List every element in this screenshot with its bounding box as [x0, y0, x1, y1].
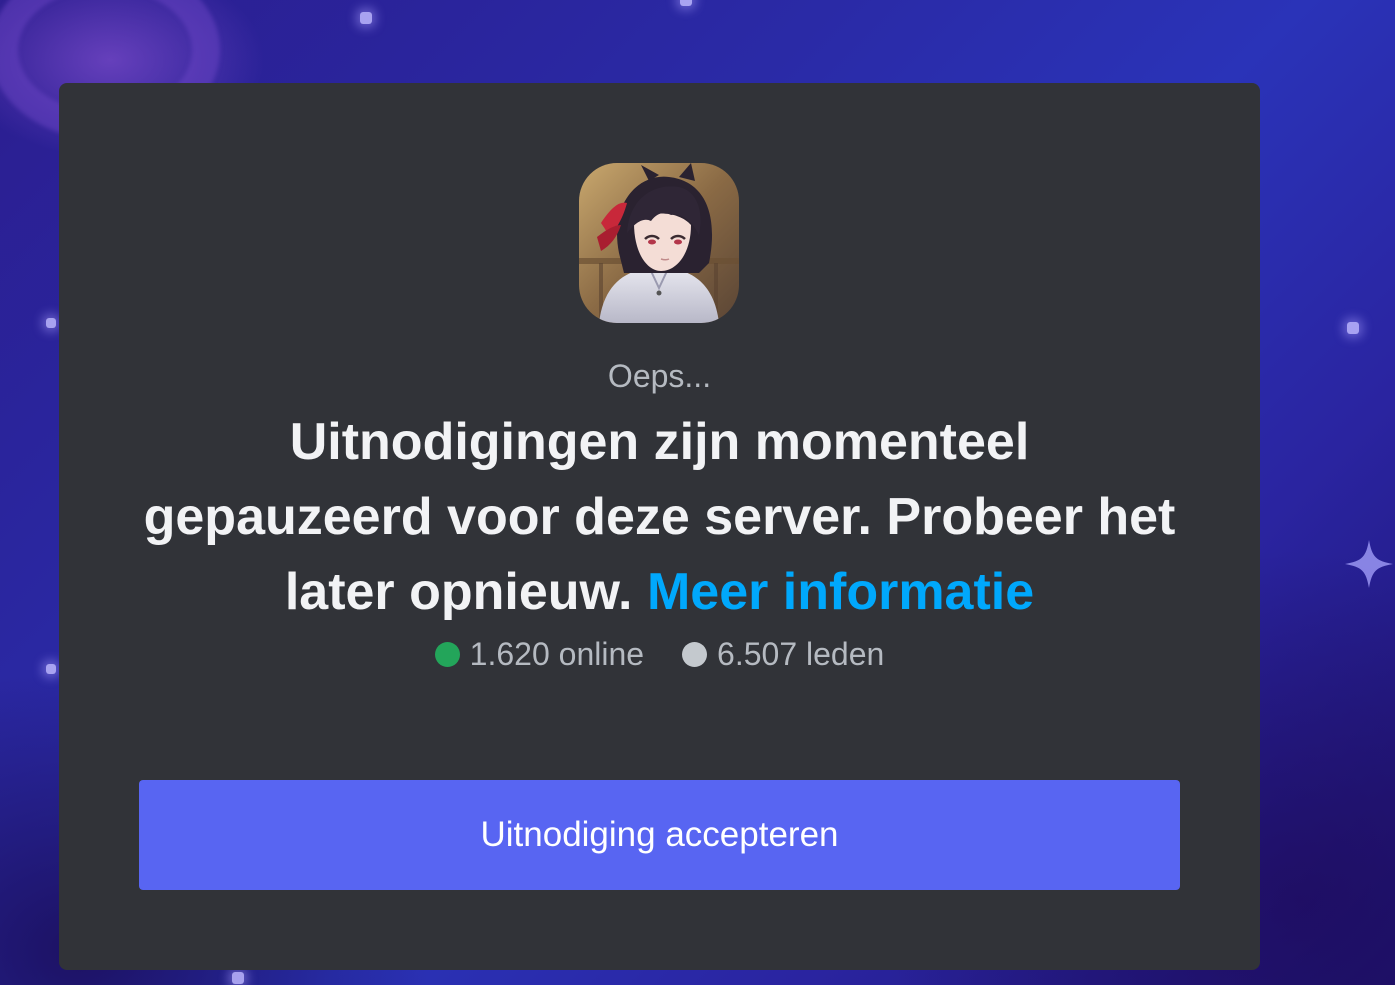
background-star — [1347, 322, 1359, 334]
background-star — [680, 0, 692, 6]
online-count: 1.620 online — [469, 636, 645, 672]
background-star — [360, 12, 372, 24]
background-sparkle-icon — [1345, 540, 1393, 588]
accept-invite-button[interactable]: Uitnodiging accepteren — [139, 780, 1180, 890]
learn-more-link[interactable]: Meer informatie — [647, 563, 1034, 621]
subtitle: Oeps... — [607, 358, 712, 394]
members-dot-icon — [682, 642, 708, 667]
member-count: 6.507 leden — [717, 636, 885, 672]
online-stat: 1.620 online — [434, 636, 645, 673]
background-star — [232, 972, 244, 984]
server-stats: 1.620 online 6.507 leden — [59, 636, 1260, 673]
members-stat: 6.507 leden — [682, 636, 884, 673]
invite-card: Oeps... Uitnodigingen zijn momenteel gep… — [59, 83, 1260, 970]
server-avatar — [579, 163, 739, 323]
background-star — [46, 664, 56, 674]
online-status-dot-icon — [434, 642, 460, 667]
invite-error-message: Uitnodigingen zijn momenteel gepauzeerd … — [139, 405, 1180, 630]
background-star — [46, 318, 56, 328]
server-avatar-image — [579, 163, 739, 323]
